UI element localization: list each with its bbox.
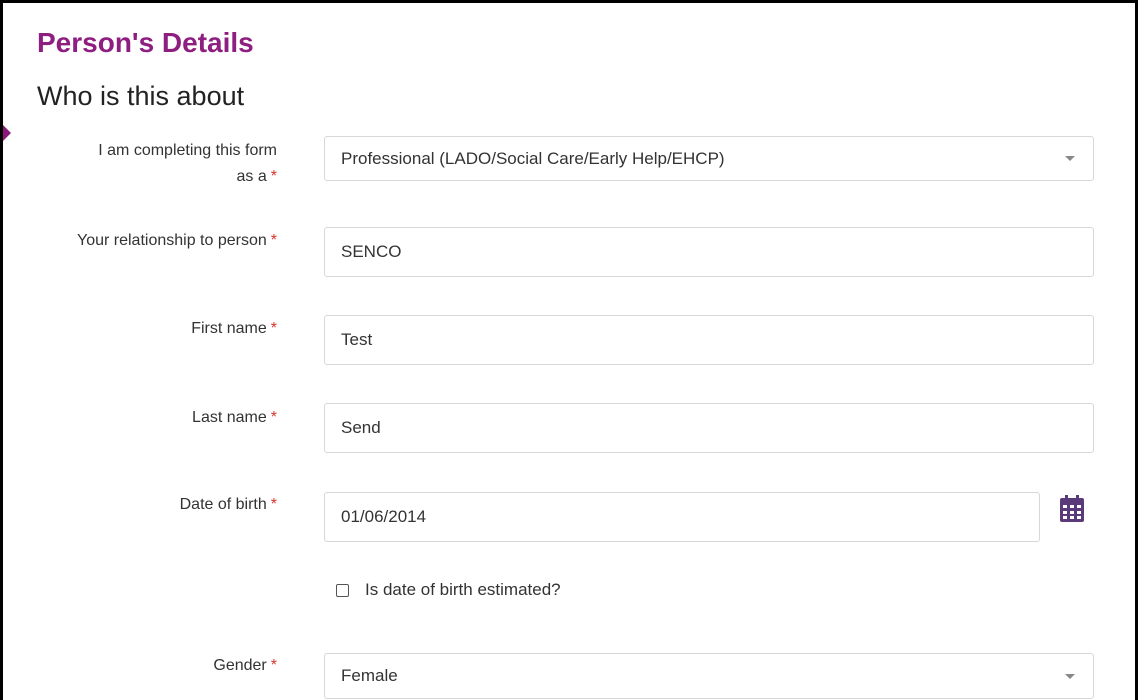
relationship-input[interactable]: SENCO: [324, 227, 1094, 277]
required-marker: *: [270, 320, 277, 337]
dob-estimated-checkbox[interactable]: [336, 583, 349, 597]
gender-label: Gender *: [213, 657, 277, 674]
gender-select[interactable]: Female: [324, 653, 1094, 699]
chevron-down-icon: [1065, 156, 1075, 161]
section-title: Person's Details: [37, 27, 254, 58]
required-marker: *: [270, 657, 277, 674]
first-name-label: First name *: [191, 320, 277, 337]
calendar-icon[interactable]: [1059, 495, 1085, 523]
subsection-title: Who is this about: [37, 81, 245, 111]
last-name-input[interactable]: Send: [324, 403, 1094, 453]
dob-estimated-row: Is date of birth estimated?: [336, 580, 561, 600]
relationship-label: Your relationship to person *: [77, 232, 277, 249]
required-marker: *: [270, 168, 277, 185]
required-marker: *: [270, 232, 277, 249]
required-marker: *: [270, 496, 277, 513]
dob-label: Date of birth *: [179, 496, 277, 513]
last-name-label: Last name *: [192, 409, 277, 426]
form-panel: Person's Details Who is this about I am …: [0, 0, 1138, 700]
first-name-input[interactable]: Test: [324, 315, 1094, 365]
dob-estimated-label[interactable]: Is date of birth estimated?: [365, 580, 561, 600]
completing-as-label: I am completing this form as a *: [98, 142, 277, 185]
gender-value: Female: [341, 666, 398, 685]
dob-input[interactable]: 01/06/2014: [324, 492, 1040, 542]
chevron-down-icon: [1065, 674, 1075, 679]
completing-as-select[interactable]: Professional (LADO/Social Care/Early Hel…: [324, 136, 1094, 181]
required-marker: *: [270, 409, 277, 426]
completing-as-value: Professional (LADO/Social Care/Early Hel…: [341, 149, 725, 168]
section-marker: [3, 125, 11, 141]
